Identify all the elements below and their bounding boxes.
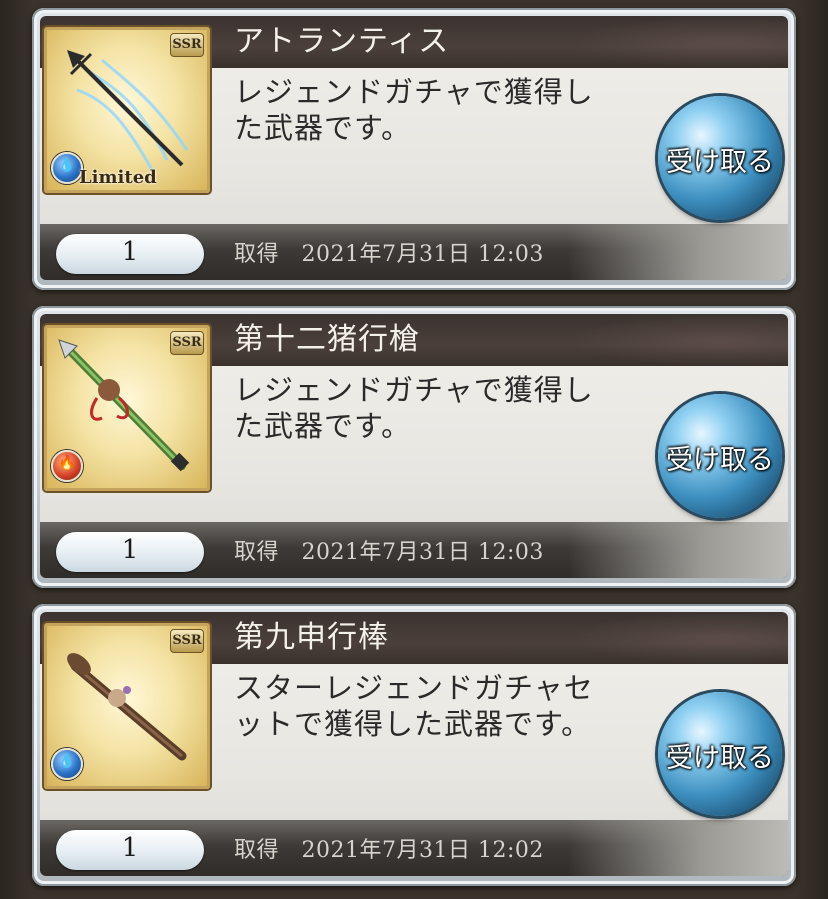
rarity-badge: SSR bbox=[170, 33, 204, 57]
quantity-value: 1 bbox=[121, 833, 139, 863]
receive-button-label: 受け取る bbox=[666, 147, 774, 178]
quantity-value: 1 bbox=[121, 237, 139, 267]
limited-label: Limited bbox=[79, 167, 157, 188]
item-title: アトランティス bbox=[234, 24, 450, 59]
acquired-date: 取得 2021年7月31日 12:03 bbox=[234, 242, 544, 267]
gift-card: 第十二猪行槍 レジェンドガチャで獲得した武器です。 1 取得 2021年7月31… bbox=[32, 306, 796, 588]
acquired-date: 取得 2021年7月31日 12:02 bbox=[234, 838, 544, 863]
gift-card: 第九申行棒 スターレジェンドガチャセットで獲得した武器です。 1 取得 2021… bbox=[32, 604, 796, 886]
item-description: スターレジェンドガチャセットで獲得した武器です。 bbox=[234, 671, 594, 741]
item-description: レジェンドガチャで獲得した武器です。 bbox=[234, 75, 594, 145]
info-bar: 1 取得 2021年7月31日 12:03 bbox=[40, 224, 788, 280]
quantity-pill: 1 bbox=[56, 234, 204, 274]
weapon-thumbnail[interactable]: SSR 💧 Limited bbox=[44, 27, 210, 193]
receive-button[interactable]: 受け取る bbox=[658, 96, 782, 220]
weapon-thumbnail[interactable]: SSR 💧 bbox=[44, 623, 210, 789]
rarity-badge: SSR bbox=[170, 629, 204, 653]
gift-card: アトランティス レジェンドガチャで獲得した武器です。 1 取得 2021年7月3… bbox=[32, 8, 796, 290]
rarity-badge: SSR bbox=[170, 331, 204, 355]
quantity-pill: 1 bbox=[56, 830, 204, 870]
receive-button[interactable]: 受け取る bbox=[658, 394, 782, 518]
item-title: 第十二猪行槍 bbox=[234, 322, 420, 357]
quantity-pill: 1 bbox=[56, 532, 204, 572]
weapon-thumbnail[interactable]: SSR 🔥 bbox=[44, 325, 210, 491]
receive-button-label: 受け取る bbox=[666, 743, 774, 774]
info-bar: 1 取得 2021年7月31日 12:03 bbox=[40, 522, 788, 578]
acquired-date: 取得 2021年7月31日 12:03 bbox=[234, 540, 544, 565]
receive-button[interactable]: 受け取る bbox=[658, 692, 782, 816]
quantity-value: 1 bbox=[121, 535, 139, 565]
item-title: 第九申行棒 bbox=[234, 620, 389, 655]
water-element-icon: 💧 bbox=[51, 748, 83, 780]
fire-element-icon: 🔥 bbox=[51, 450, 83, 482]
info-bar: 1 取得 2021年7月31日 12:02 bbox=[40, 820, 788, 876]
receive-button-label: 受け取る bbox=[666, 445, 774, 476]
item-description: レジェンドガチャで獲得した武器です。 bbox=[234, 373, 594, 443]
